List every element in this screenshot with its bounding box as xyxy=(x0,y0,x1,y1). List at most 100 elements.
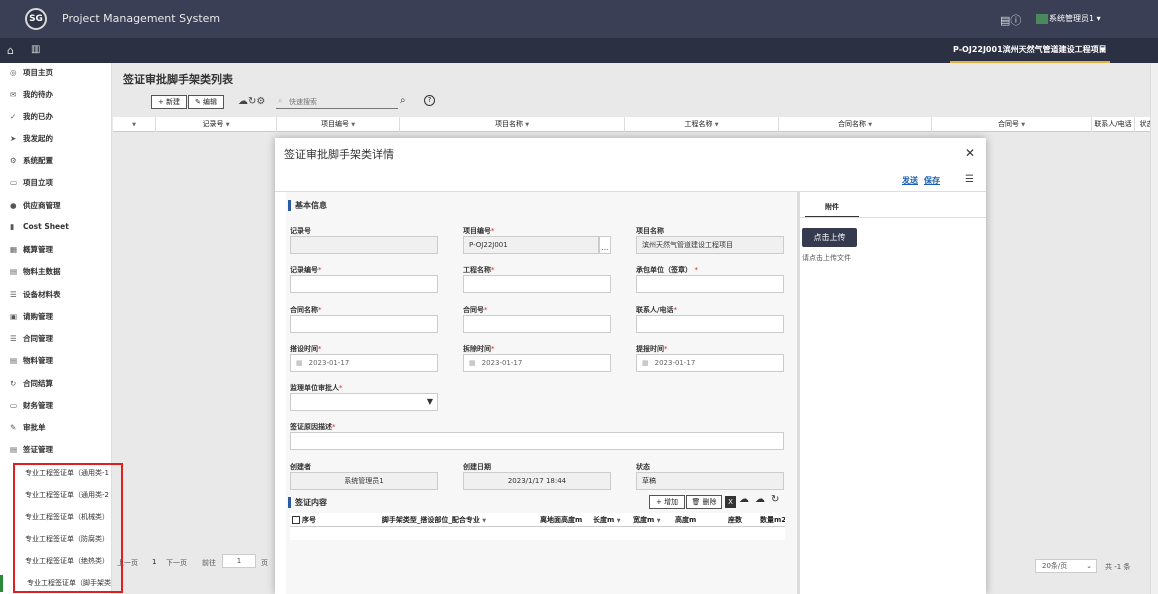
sidebar-item-home[interactable]: ◎ 项目主页 xyxy=(10,67,53,81)
project-name-field[interactable]: 滨州天然气管道建设工程项目 xyxy=(636,236,784,254)
sub-column-header[interactable]: 宽度m ▼ xyxy=(633,513,673,527)
sub-column-header[interactable]: 数量m2 xyxy=(760,513,785,527)
cart-icon: ▣ xyxy=(10,312,18,321)
select-all-checkbox[interactable]: 序号 xyxy=(292,513,326,527)
app-logo: SG xyxy=(25,8,47,30)
close-icon[interactable]: ✕ xyxy=(965,146,975,160)
column-header[interactable]: 联系人/电话 xyxy=(1092,117,1135,132)
next-page-button[interactable]: 下一页 xyxy=(166,558,187,568)
sidebar-item-visa[interactable]: ▤ 签证管理 xyxy=(10,444,53,458)
column-header[interactable]: 记录号 ▼ xyxy=(156,117,277,132)
creator-field[interactable]: 系统管理员1 xyxy=(290,472,438,490)
tab-attachment[interactable]: 附件 xyxy=(805,202,859,218)
project-name-label: 项目名称 xyxy=(636,227,664,235)
excel-icon[interactable]: X xyxy=(725,496,736,508)
contract-no-field[interactable] xyxy=(463,315,611,333)
column-header[interactable]: 项目名称 ▼ xyxy=(400,117,625,132)
sidebar-item-config[interactable]: ⚙ 系统配置 xyxy=(10,155,53,169)
sidebar-item-material-master[interactable]: ▤ 物料主数据 xyxy=(10,266,61,280)
supervisor-select[interactable]: ▼ xyxy=(290,393,438,411)
project-tab-label: P-OJ22J001滨州天然气管道建设工程项目 xyxy=(953,45,1107,54)
edit-button[interactable]: ✎ 编辑 xyxy=(188,95,224,109)
menu-icon[interactable]: ☰ xyxy=(965,174,974,185)
project-picker-button[interactable]: ... xyxy=(599,236,611,254)
sub-column-header[interactable]: 长度m ▼ xyxy=(593,513,631,527)
sidebar-item-supplier[interactable]: ● 供应商管理 xyxy=(10,200,61,214)
save-link[interactable]: 保存 xyxy=(924,176,940,185)
column-header[interactable]: 工程名称 ▼ xyxy=(625,117,779,132)
attachment-panel: 附件 点击上传 请点击上传文件 xyxy=(800,192,986,594)
sidebar-item-initiated[interactable]: ➤ 我发起的 xyxy=(10,133,53,147)
prev-page-button[interactable]: 上一页 xyxy=(117,558,138,568)
caret-down-icon: ▼ xyxy=(616,518,621,524)
calendar-icon: ▦ xyxy=(296,359,303,367)
sidebar-item-settlement[interactable]: ↻ 合同结算 xyxy=(10,378,53,392)
sidebar-item-approval[interactable]: ✎ 审批单 xyxy=(10,422,46,436)
goto-page-input[interactable]: 1 xyxy=(222,554,256,568)
project-no-field[interactable]: P-OJ22J001 xyxy=(463,236,599,254)
delete-row-button[interactable]: 🗑 删除 xyxy=(686,495,722,509)
chart-icon[interactable]: ▥ xyxy=(31,44,40,55)
sub-column-header[interactable]: 高度m xyxy=(675,513,703,527)
sidebar-item-cost-sheet[interactable]: ▮ Cost Sheet xyxy=(10,222,69,236)
sidebar-item-contract[interactable]: ☰ 合同管理 xyxy=(10,333,53,347)
document-icon[interactable]: ▤ xyxy=(1000,14,1010,27)
help-icon[interactable]: ? xyxy=(424,95,435,106)
sidebar-item-purchase[interactable]: ▣ 请购管理 xyxy=(10,311,53,325)
sub-column-header[interactable]: 脚手架类型_搭设部位_配合专业 ▼ xyxy=(330,513,538,527)
search-icon[interactable]: ⌕ xyxy=(400,95,406,106)
reason-field[interactable] xyxy=(290,432,784,450)
help-icon[interactable]: ⓘ xyxy=(1010,14,1021,27)
remove-time-label: 拆除时间* xyxy=(463,345,495,353)
record-code-field[interactable] xyxy=(290,275,438,293)
contractor-field[interactable] xyxy=(636,275,784,293)
home-icon[interactable]: ⌂ xyxy=(7,44,14,57)
list-icon: ☰ xyxy=(10,290,17,299)
page-scrollbar[interactable] xyxy=(1150,63,1158,594)
column-header[interactable]: 合同号 ▼ xyxy=(932,117,1092,132)
sidebar-item-project-setup[interactable]: ▭ 项目立项 xyxy=(10,177,53,191)
user-menu[interactable]: 系统管理员1 ▾ xyxy=(1036,13,1101,24)
send-link[interactable]: 发送 xyxy=(902,176,918,185)
setup-time-field[interactable]: ▦ 2023-01-17 xyxy=(290,354,438,372)
page-unit: 页 xyxy=(261,559,268,567)
status-field[interactable]: 草稿 xyxy=(636,472,784,490)
current-page[interactable]: 1 xyxy=(152,558,156,566)
column-header[interactable]: 项目编号 ▼ xyxy=(277,117,400,132)
created-date-field[interactable]: 2023/1/17 18:44 xyxy=(463,472,611,490)
send-icon: ➤ xyxy=(10,134,17,143)
new-button[interactable]: + 新建 xyxy=(151,95,187,109)
column-select[interactable]: ▼ xyxy=(113,117,156,132)
contact-field[interactable] xyxy=(636,315,784,333)
upload-cloud-icon[interactable]: ☁ xyxy=(739,494,749,505)
record-no-field[interactable] xyxy=(290,236,438,254)
sidebar-item-material[interactable]: ▤ 物料管理 xyxy=(10,355,53,369)
sidebar-item-todo[interactable]: ✉ 我的待办 xyxy=(10,89,53,103)
section-visa-content: 签证内容 xyxy=(288,497,327,508)
download-cloud-icon[interactable]: ☁ xyxy=(755,494,765,505)
add-row-button[interactable]: + 增加 xyxy=(649,495,685,509)
remove-time-field[interactable]: ▦ 2023-01-17 xyxy=(463,354,611,372)
modal-actions: 发送 保存 xyxy=(902,175,946,186)
page-size-select[interactable]: 20条/页 ⌄ xyxy=(1035,559,1097,573)
cloud-icon[interactable]: ☁ xyxy=(238,96,248,107)
column-header[interactable]: 合同名称 ▼ xyxy=(779,117,932,132)
refresh-icon[interactable]: ↻ xyxy=(771,494,779,505)
sidebar-item-done[interactable]: ✓ 我的已办 xyxy=(10,111,53,125)
sub-column-header[interactable]: 离地面高度m xyxy=(540,513,590,527)
sidebar-item-equipment[interactable]: ☰ 设备材料表 xyxy=(10,289,61,303)
gear-icon[interactable]: ⚙ xyxy=(256,96,265,107)
upload-hint: 请点击上传文件 xyxy=(802,254,851,262)
upload-button[interactable]: 点击上传 xyxy=(802,228,857,247)
checkbox[interactable] xyxy=(292,516,300,524)
search-input[interactable] xyxy=(276,96,398,109)
sub-column-header[interactable]: 座数 xyxy=(728,513,756,527)
caret-down-icon: ▼ xyxy=(351,122,356,128)
location-icon: ◎ xyxy=(10,68,17,77)
sidebar-item-finance[interactable]: ▭ 财务管理 xyxy=(10,400,53,414)
contract-name-field[interactable] xyxy=(290,315,438,333)
submit-time-field[interactable]: ▦ 2023-01-17 xyxy=(636,354,784,372)
work-name-field[interactable] xyxy=(463,275,611,293)
sidebar-item-estimate[interactable]: ▦ 概算管理 xyxy=(10,244,53,258)
project-tab[interactable]: P-OJ22J001滨州天然气管道建设工程项目 ▼ xyxy=(950,38,1110,63)
